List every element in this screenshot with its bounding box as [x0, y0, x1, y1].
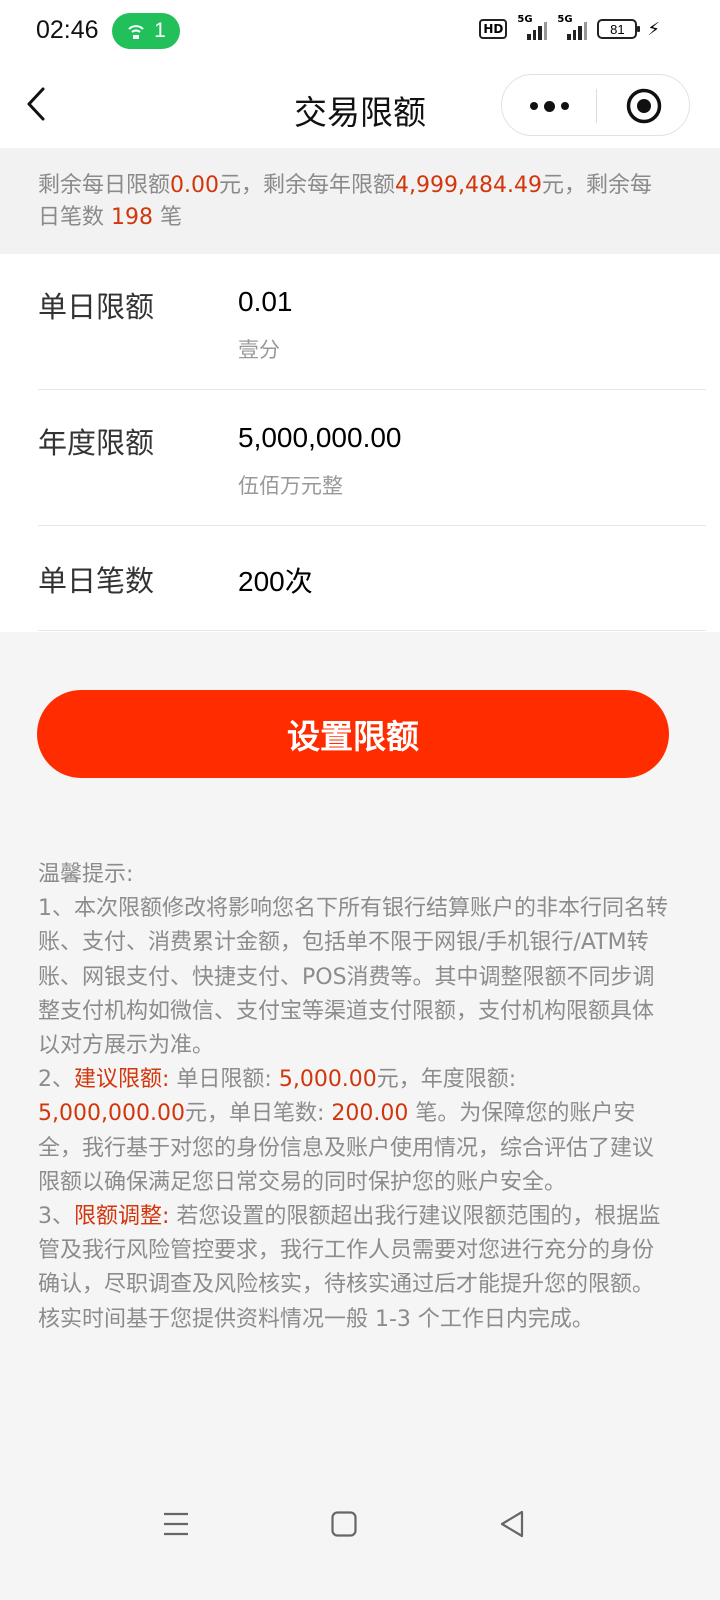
home-button[interactable] [314, 1498, 374, 1550]
hd-badge: HD [479, 19, 508, 39]
more-dot [560, 102, 569, 110]
yearly-limit-row[interactable]: 年度限额 5,000,000.00 伍佰万元整 [38, 390, 706, 526]
daily-limit-value[interactable]: 0.01 [238, 286, 293, 318]
limit-form: 单日限额 0.01 壹分 年度限额 5,000,000.00 伍佰万元整 单日笔… [0, 254, 720, 632]
yearly-remaining: 4,999,484.49 [395, 173, 542, 198]
signal-icon: 5G [557, 14, 588, 40]
summary-text: 元，剩余每年限额 [219, 173, 396, 198]
more-dots-icon [529, 102, 538, 110]
status-bar: 02:46 1 HD 5G 5G 81 ⚡ [0, 0, 720, 64]
tips-heading: 温馨提示: [38, 862, 134, 887]
signal-icon: 5G [517, 14, 548, 40]
signal-label: 5G [557, 14, 573, 25]
menu-button[interactable] [146, 1498, 206, 1550]
tips-keyword: 建议限额: [74, 1067, 170, 1093]
tips-item-1: 1、本次限额修改将影响您名下所有银行结算账户的非本行同名转账、支付、消费累计金额… [38, 896, 668, 1059]
tips-section: 温馨提示: 1、本次限额修改将影响您名下所有银行结算账户的非本行同名转账、支付、… [38, 858, 668, 1337]
tips-item-2: 2、建议限额: 单日限额: 5,000.00元，年度限额: 5,000,000.… [38, 1063, 668, 1200]
yearly-limit-label: 年度限额 [38, 426, 155, 460]
tips-text: 元，单日笔数: [184, 1101, 332, 1127]
tips-text: 3、 [38, 1204, 74, 1230]
tips-keyword: 限额调整: [74, 1204, 170, 1230]
tips-text: 单日限额: [169, 1067, 279, 1093]
summary-text: 元，剩余每 [541, 173, 652, 198]
daily-limit-row[interactable]: 单日限额 0.01 壹分 [38, 254, 706, 390]
hotspot-indicator: 1 [112, 13, 180, 49]
suggested-yearly-limit: 5,000,000.00 [38, 1101, 185, 1127]
summary-text: 日笔数 [38, 205, 111, 230]
more-button[interactable] [502, 75, 596, 137]
hotspot-icon [128, 25, 144, 39]
more-dot [543, 100, 555, 112]
nav-bar: 交易限额 [0, 64, 720, 148]
system-nav-bar [0, 1490, 720, 1560]
close-button[interactable] [597, 75, 691, 137]
charging-icon: ⚡ [647, 18, 660, 40]
daily-limit-words: 壹分 [238, 338, 280, 362]
set-limit-button[interactable]: 设置限额 [37, 690, 669, 778]
back-nav-button[interactable] [482, 1498, 542, 1550]
daily-count-row[interactable]: 单日笔数 200次 [38, 526, 706, 631]
signal-label: 5G [517, 14, 533, 25]
menu-icon [164, 1512, 188, 1536]
tips-item-3: 3、限额调整: 若您设置的限额超出我行建议限额范围的，根据监管及我行风险管控要求… [38, 1200, 668, 1337]
back-triangle-icon [500, 1510, 524, 1538]
battery-icon: 81 [597, 19, 641, 39]
mini-program-capsule [501, 74, 690, 136]
yearly-limit-words: 伍佰万元整 [238, 474, 343, 498]
tips-text: 元，年度限额: [376, 1067, 517, 1093]
yearly-limit-value[interactable]: 5,000,000.00 [238, 422, 402, 454]
home-square-icon [331, 1511, 357, 1537]
status-time: 02:46 [36, 16, 99, 44]
count-remaining: 198 [111, 205, 153, 230]
summary-text: 笔 [153, 205, 182, 230]
daily-remaining: 0.00 [170, 173, 219, 198]
tips-text: 2、 [38, 1067, 74, 1093]
hotspot-count: 1 [154, 19, 166, 42]
suggested-daily-count: 200.00 [331, 1101, 409, 1127]
target-close-icon [626, 88, 662, 124]
status-icons: HD 5G 5G 81 ⚡ [479, 14, 660, 40]
battery-level: 81 [610, 21, 625, 37]
daily-count-label: 单日笔数 [38, 564, 155, 598]
daily-count-value[interactable]: 200次 [238, 560, 313, 600]
suggested-daily-limit: 5,000.00 [278, 1067, 377, 1093]
summary-text: 剩余每日限额 [38, 173, 171, 198]
remaining-summary: 剩余每日限额0.00元，剩余每年限额4,999,484.49元，剩余每日笔数 1… [0, 148, 720, 254]
daily-limit-label: 单日限额 [38, 290, 155, 324]
